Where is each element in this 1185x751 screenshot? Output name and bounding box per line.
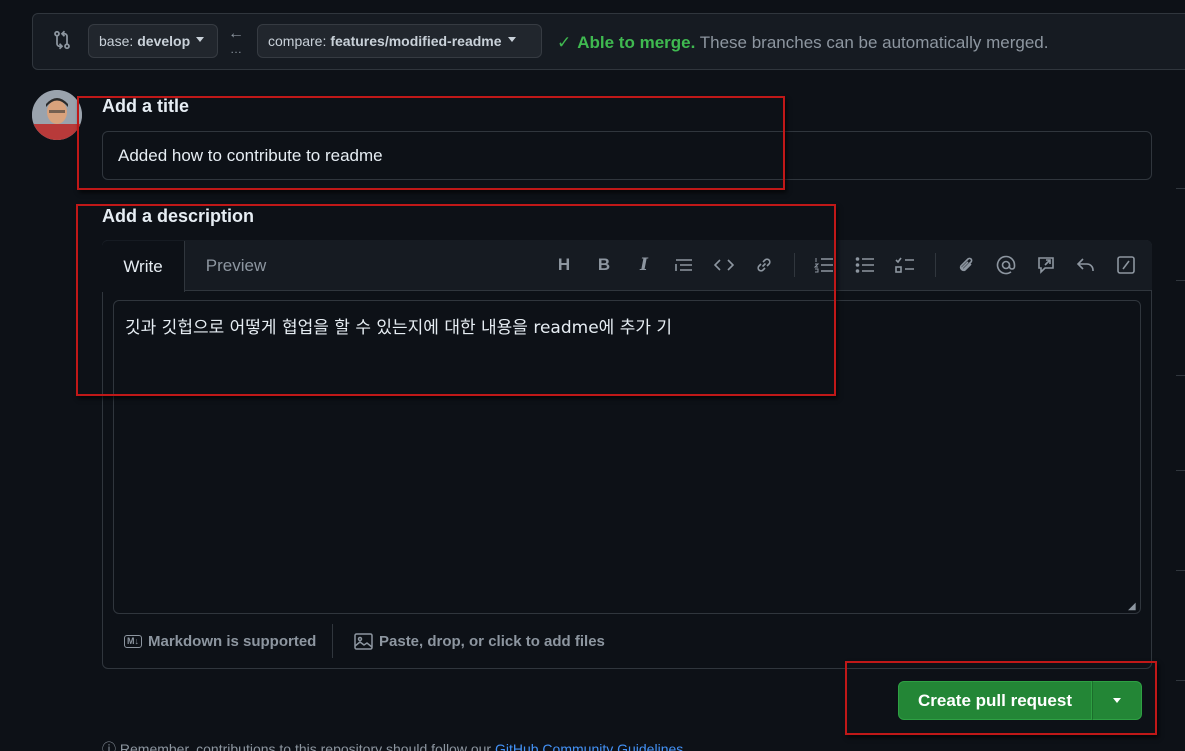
base-prefix: base: [99, 33, 134, 49]
mention-icon[interactable] [995, 254, 1017, 276]
image-icon [354, 633, 373, 650]
sidebar-divider [1176, 470, 1185, 471]
toolbar-divider [794, 253, 795, 277]
guidelines-link[interactable]: GitHub Community Guidelines [495, 741, 683, 751]
guidelines-text: Remember, contributions to this reposito… [119, 741, 495, 751]
markdown-icon: M↓ [124, 635, 142, 648]
footer-divider [332, 624, 333, 658]
sidebar-divider [1176, 375, 1185, 376]
ellipsis-icon: … [230, 42, 243, 56]
base-branch-select[interactable]: base: develop [88, 24, 218, 58]
check-icon: ✓ [557, 33, 572, 52]
merge-message: These branches can be automatically merg… [695, 33, 1049, 52]
sidebar-divider [1176, 188, 1185, 189]
create-pull-request-dropdown[interactable] [1092, 681, 1142, 720]
bold-icon[interactable]: B [593, 254, 615, 276]
merge-ok-text: Able to merge. [577, 33, 696, 52]
avatar[interactable] [32, 90, 82, 140]
tab-preview[interactable]: Preview [190, 241, 282, 291]
attach-icon[interactable] [955, 254, 977, 276]
quote-icon[interactable] [673, 254, 695, 276]
italic-icon[interactable]: I [633, 254, 655, 276]
arrow-left-icon: ← [228, 25, 244, 42]
chevron-down-icon [507, 36, 516, 42]
compare-prefix: compare: [268, 33, 327, 49]
attach-label: Paste, drop, or click to add files [379, 633, 605, 650]
sidebar-divider [1176, 280, 1185, 281]
unordered-list-icon[interactable] [854, 254, 876, 276]
title-label: Add a title [102, 96, 190, 116]
info-icon: ⓘ [102, 741, 120, 751]
code-icon[interactable] [713, 254, 735, 276]
compare-branch-select[interactable]: compare: features/modified-readme [257, 24, 542, 58]
numbered-list-icon[interactable] [813, 254, 835, 276]
description-label: Add a description [102, 206, 255, 226]
heading-icon[interactable]: H [553, 254, 575, 276]
compare-branches-icon [52, 30, 72, 50]
tab-write[interactable]: Write [102, 241, 185, 292]
slash-commands-icon[interactable] [1115, 254, 1137, 276]
task-list-icon[interactable] [894, 254, 916, 276]
reply-icon[interactable] [1075, 254, 1097, 276]
merge-status: ✓ Able to merge. These branches can be au… [557, 33, 1048, 53]
description-textarea[interactable]: 깃과 깃헙으로 어떻게 협업을 할 수 있는지에 대한 내용을 readme에 … [113, 300, 1141, 614]
sidebar-divider [1176, 680, 1185, 681]
toolbar-divider [935, 253, 936, 277]
attach-files[interactable]: Paste, drop, or click to add files [354, 633, 605, 650]
markdown-label: Markdown is supported [148, 633, 317, 650]
sidebar-divider [1176, 570, 1185, 571]
link-icon[interactable] [753, 254, 775, 276]
chevron-down-icon [196, 36, 205, 42]
chevron-down-icon [1113, 698, 1121, 703]
reference-icon[interactable] [1035, 254, 1057, 276]
resize-handle-icon[interactable]: ◢ [1128, 601, 1138, 612]
create-pull-request-button[interactable]: Create pull request [898, 681, 1092, 720]
title-input[interactable] [102, 131, 1152, 180]
guidelines-note: ⓘ Remember, contributions to this reposi… [102, 739, 683, 751]
base-branch-name: develop [137, 33, 191, 49]
markdown-supported[interactable]: M↓ Markdown is supported [124, 633, 316, 650]
compare-branch-name: features/modified-readme [330, 33, 502, 49]
